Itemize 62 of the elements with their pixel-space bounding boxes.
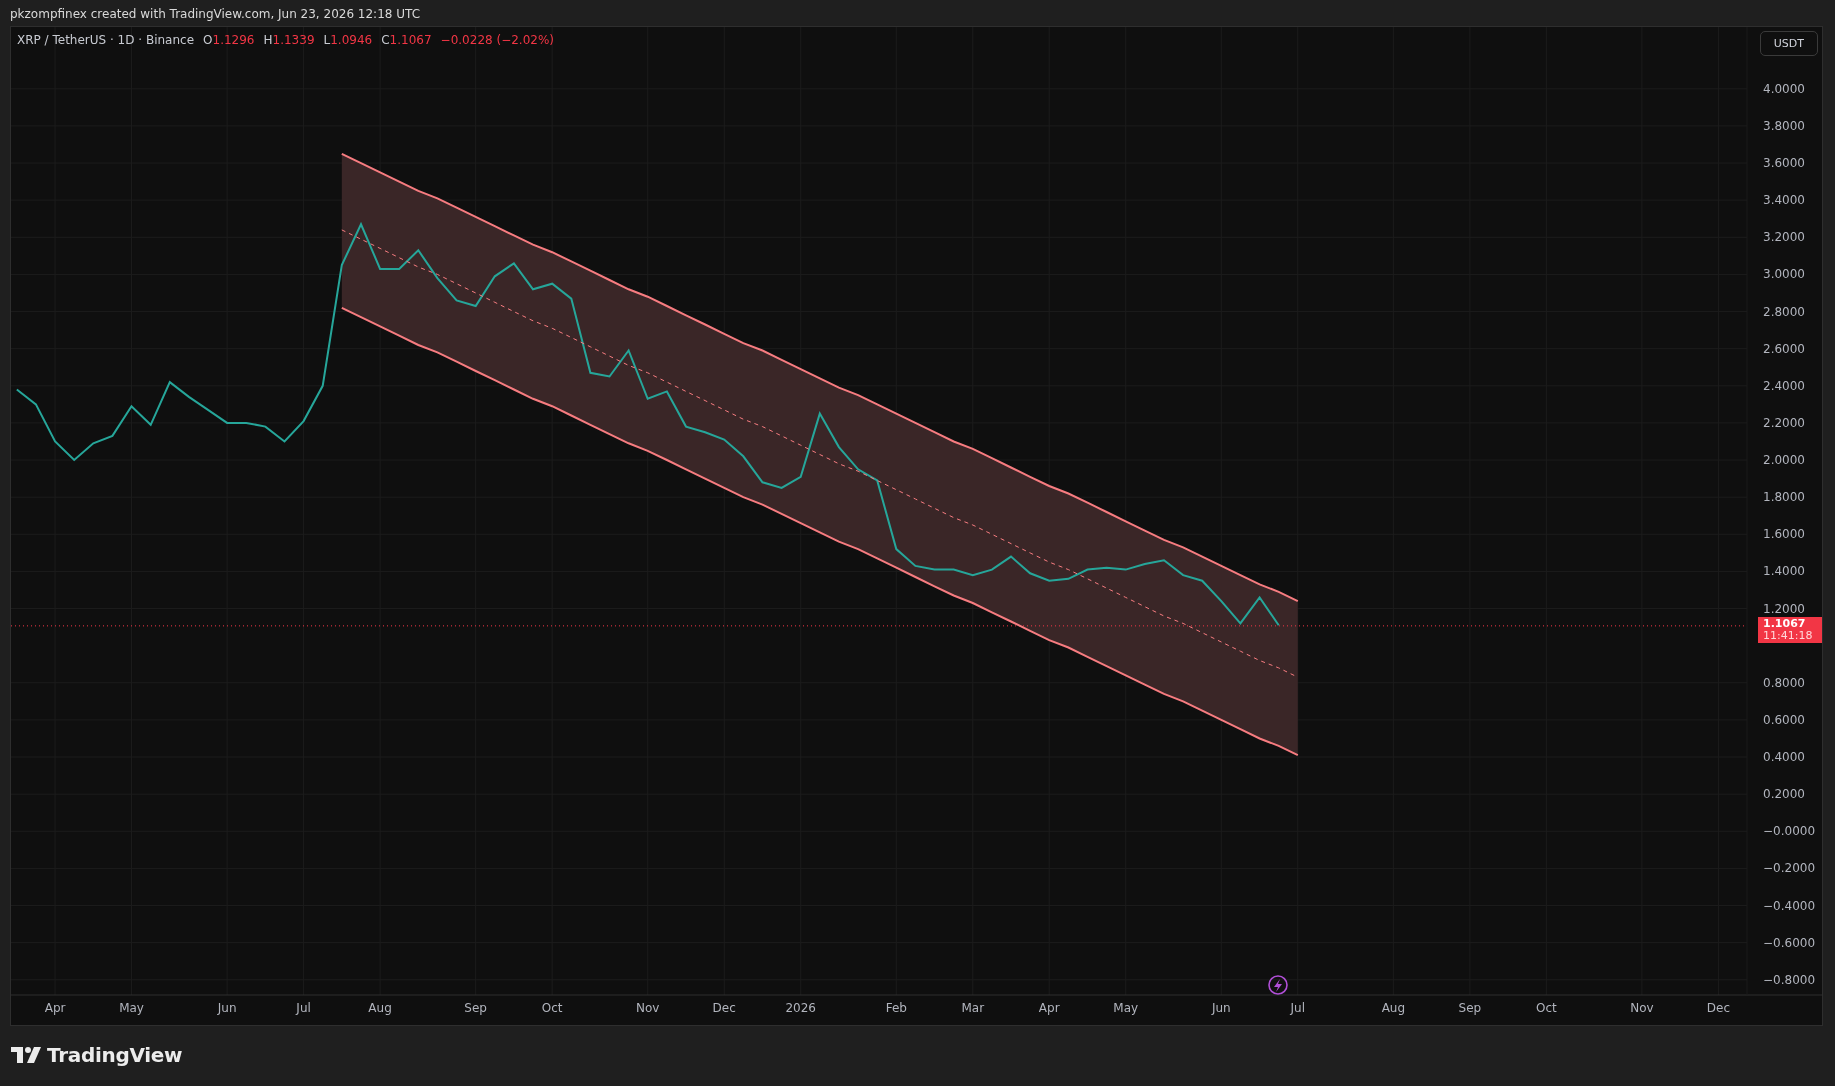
time-axis-label: Oct xyxy=(1535,1001,1557,1015)
price-axis-label: 0.6000 xyxy=(1763,712,1805,727)
time-axis-label: Sep xyxy=(464,1001,487,1015)
time-axis-label: Apr xyxy=(44,1001,66,1015)
ohlc-value: 1.1296 xyxy=(212,33,255,47)
time-axis-label: Aug xyxy=(1381,1001,1406,1015)
price-axis-label: 0.2000 xyxy=(1763,787,1805,802)
ohlc-label: L xyxy=(323,33,331,47)
price-axis-label: 0.8000 xyxy=(1763,675,1805,690)
price-value: 1.1067 xyxy=(1763,617,1807,630)
time-axis-label: 2026 xyxy=(785,1001,816,1015)
ohlc-label: C xyxy=(381,33,390,47)
ohlc-label: H xyxy=(263,33,273,47)
time-axis-label: Jun xyxy=(1211,1001,1231,1015)
price-axis-label: 4.0000 xyxy=(1763,81,1805,96)
ohlc-value: 1.1067 xyxy=(389,33,432,47)
time-axis-label: Dec xyxy=(712,1001,736,1015)
time-axis-label: Nov xyxy=(1630,1001,1654,1015)
time-axis-label: Jul xyxy=(296,1001,311,1015)
header-text: pkzompfinex created with TradingView.com, Jun 23, 2026 12:18 UTC xyxy=(10,7,421,21)
price-change: −0.0228 (−2.02%) xyxy=(440,33,554,47)
time-axis-label: Dec xyxy=(1706,1001,1731,1015)
price-axis-label: 3.4000 xyxy=(1763,193,1805,208)
time-axis-label: Oct xyxy=(541,1001,563,1015)
price-axis-label: 1.4000 xyxy=(1763,564,1805,579)
ohlc-value: 1.1339 xyxy=(272,33,315,47)
logo-icon xyxy=(11,1047,41,1063)
countdown-timer: 11:41:18 xyxy=(1763,629,1814,642)
logo-text: TradingView xyxy=(47,1043,183,1067)
time-axis-label: Apr xyxy=(1038,1001,1060,1015)
price-axis-label: −0.6000 xyxy=(1763,935,1816,950)
price-axis-label: 0.4000 xyxy=(1763,750,1805,765)
time-axis-label: Mar xyxy=(961,1001,985,1015)
price-axis-label: 2.0000 xyxy=(1763,453,1805,468)
time-axis-label: May xyxy=(119,1001,144,1015)
time-axis-label: May xyxy=(1113,1001,1139,1015)
price-axis-label: 2.6000 xyxy=(1763,341,1805,356)
ohlc-label: O xyxy=(203,33,213,47)
symbol-label: XRP / TetherUS · 1D · Binance xyxy=(17,33,195,47)
currency-button[interactable]: USDT xyxy=(1759,31,1818,56)
price-axis-label: −0.0000 xyxy=(1763,824,1816,839)
time-axis-label: Nov xyxy=(636,1001,660,1015)
lightning-icon[interactable] xyxy=(1268,975,1288,995)
price-axis-label: 1.8000 xyxy=(1763,490,1805,505)
price-axis-label: −0.2000 xyxy=(1763,861,1816,876)
time-axis-label: Sep xyxy=(1458,1001,1482,1015)
price-axis-label: 2.2000 xyxy=(1763,415,1805,430)
price-axis-label: 3.8000 xyxy=(1763,118,1805,133)
time-axis-label: Aug xyxy=(368,1001,392,1015)
time-axis-label: Jul xyxy=(1290,1001,1306,1015)
price-axis-label: 3.2000 xyxy=(1763,230,1805,245)
price-axis-label: −0.4000 xyxy=(1763,898,1816,913)
time-axis-label: Jun xyxy=(217,1001,237,1015)
price-axis-label: 3.0000 xyxy=(1763,267,1805,282)
price-axis-label: 2.4000 xyxy=(1763,378,1805,393)
ohlc-value: 1.0946 xyxy=(330,33,373,47)
price-axis-label: 1.2000 xyxy=(1763,601,1805,616)
price-axis-label: 2.8000 xyxy=(1763,304,1805,319)
time-axis-label: Feb xyxy=(885,1001,907,1015)
price-axis-label: −0.8000 xyxy=(1763,972,1816,987)
price-axis-label: 1.6000 xyxy=(1763,527,1805,542)
price-axis-label: 3.6000 xyxy=(1763,156,1805,171)
